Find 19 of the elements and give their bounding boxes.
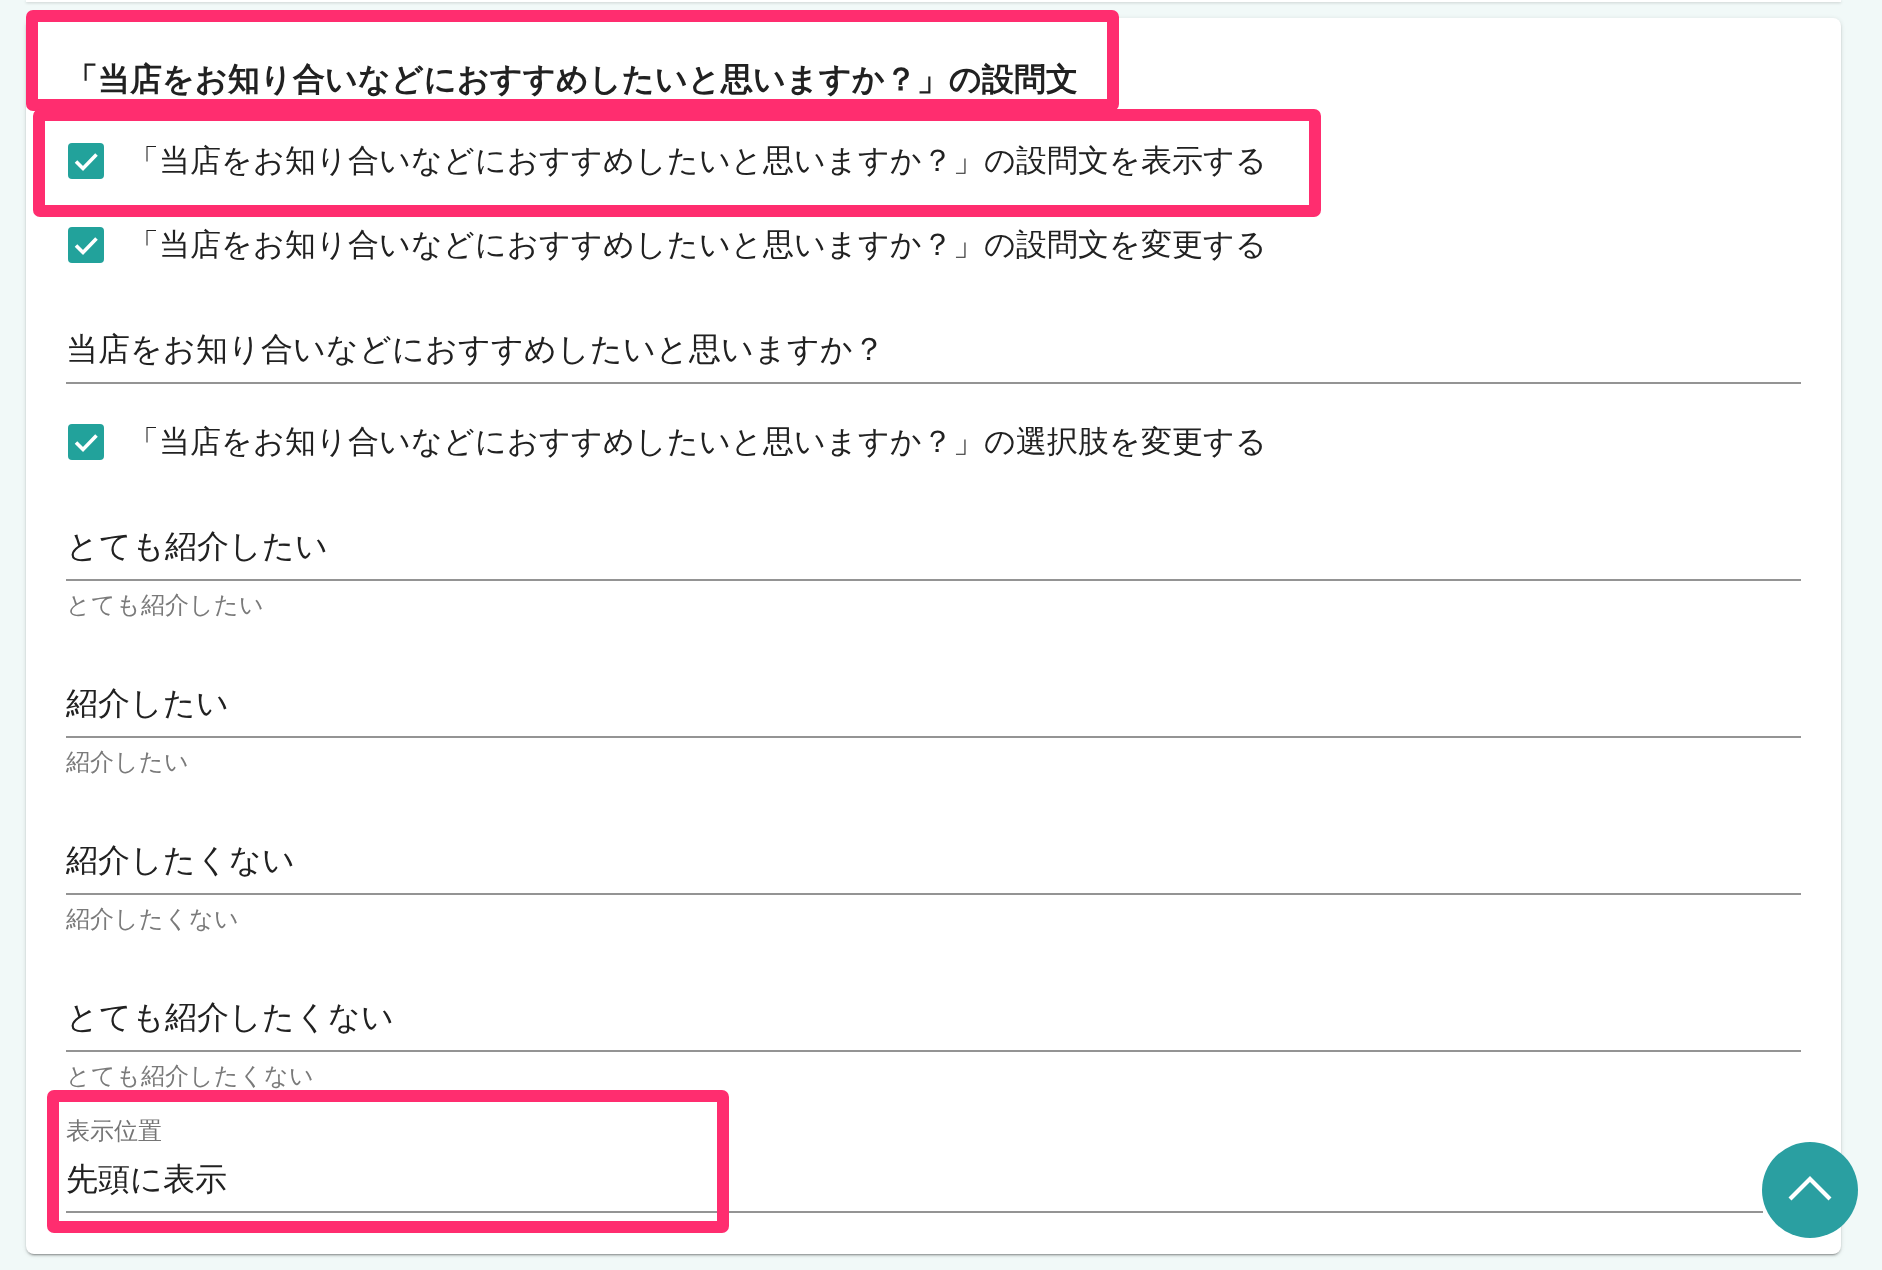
field-hint: 紹介したい	[66, 747, 189, 777]
select-field[interactable]: 先頭に表示	[66, 1155, 1763, 1213]
text-field[interactable]: とても紹介したい	[66, 523, 1801, 581]
checkbox[interactable]	[68, 143, 104, 179]
select-label: 表示位置	[66, 1116, 162, 1146]
text-field[interactable]: とても紹介したくない	[66, 994, 1801, 1052]
text-field[interactable]: 紹介したくない	[66, 837, 1801, 895]
section-heading: 「当店をお知り合いなどにおすすめしたいと思いますか？」の設問文	[66, 60, 1078, 99]
checkbox-label: 「当店をお知り合いなどにおすすめしたいと思いますか？」の設問文を表示する	[128, 142, 1267, 180]
field-hint: とても紹介したくない	[66, 1061, 314, 1091]
checkbox[interactable]	[68, 424, 104, 460]
checkbox-label: 「当店をお知り合いなどにおすすめしたいと思いますか？」の設問文を変更する	[128, 226, 1267, 264]
checkbox[interactable]	[68, 227, 104, 263]
checkbox-label: 「当店をお知り合いなどにおすすめしたいと思いますか？」の選択肢を変更する	[128, 423, 1267, 461]
chevron-up-icon	[1788, 1175, 1832, 1201]
text-field[interactable]: 紹介したい	[66, 680, 1801, 738]
field-hint: 紹介したくない	[66, 904, 239, 934]
text-field[interactable]: 当店をお知り合いなどにおすすめしたいと思いますか？	[66, 326, 1801, 384]
field-hint: とても紹介したい	[66, 590, 264, 620]
